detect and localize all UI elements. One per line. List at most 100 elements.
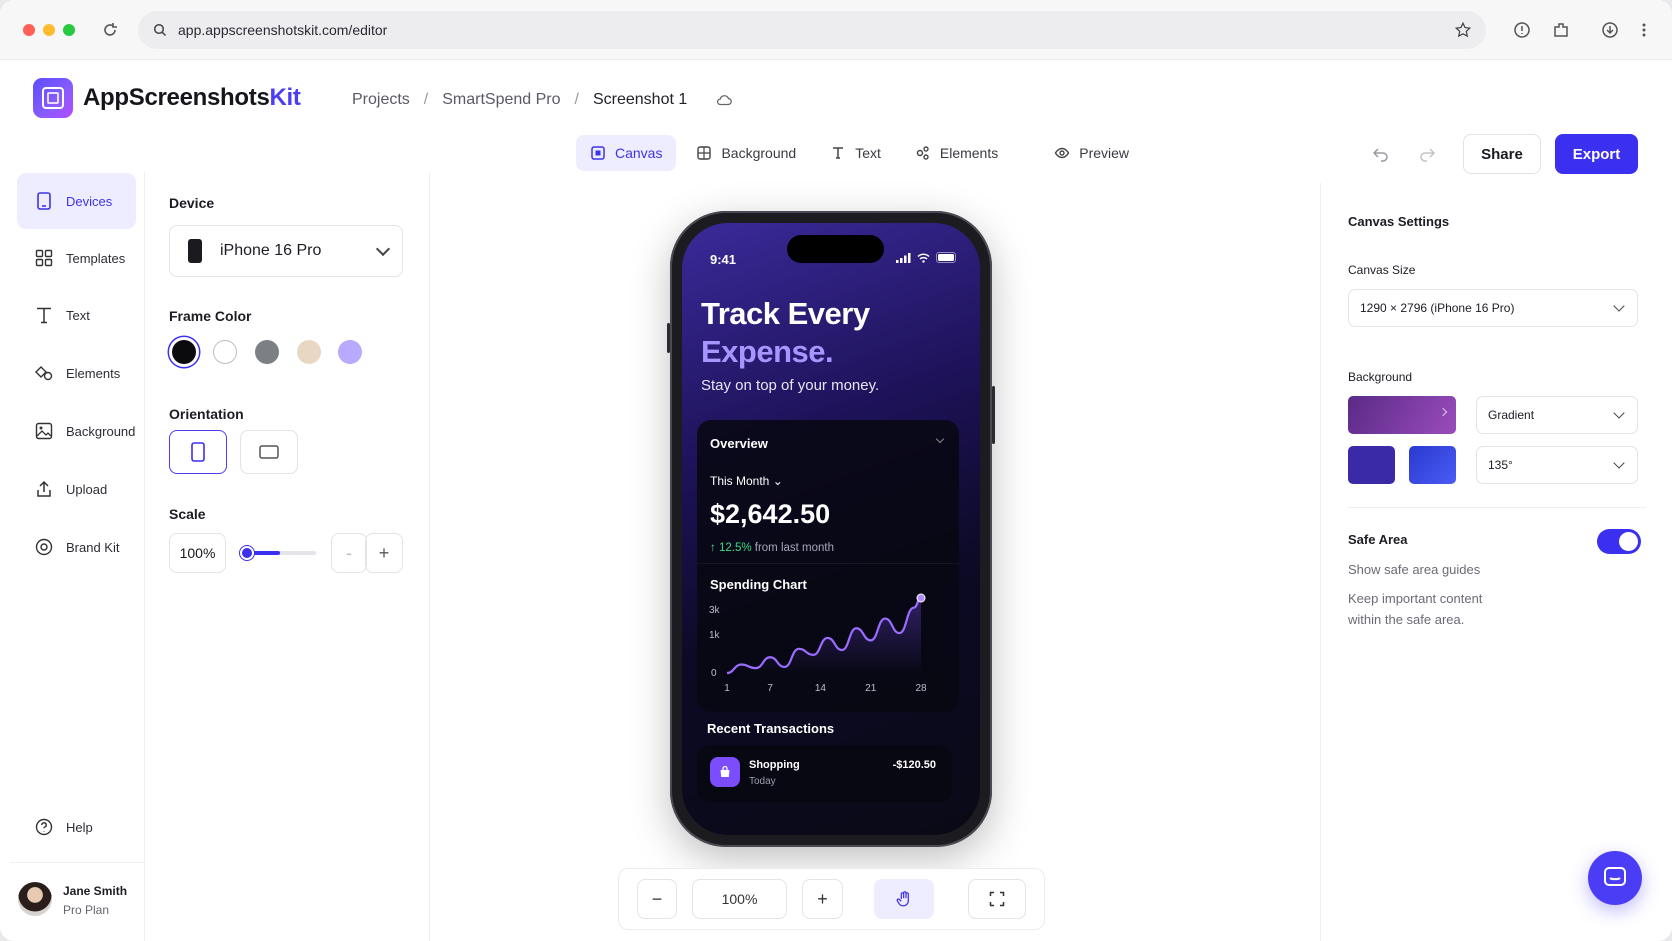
hero-subtitle: Stay on top of your money. bbox=[701, 377, 880, 394]
y-tick-label: 0 bbox=[711, 668, 717, 679]
frame-color-gold[interactable] bbox=[297, 340, 321, 364]
star-icon[interactable] bbox=[1454, 21, 1472, 39]
phone-screen: 9:41 Track Every Expense. Stay on top of… bbox=[682, 223, 980, 835]
total-amount: $2,642.50 bbox=[710, 499, 831, 529]
frame-color-lavender[interactable] bbox=[338, 340, 362, 364]
status-icons bbox=[896, 252, 958, 263]
scale-decrease-button[interactable]: - bbox=[331, 533, 367, 573]
sidebar-help[interactable]: Help bbox=[17, 799, 136, 855]
cloud-icon bbox=[717, 95, 733, 106]
sidebar-item-brand-kit[interactable]: Brand Kit bbox=[17, 519, 136, 575]
fit-screen-button[interactable] bbox=[968, 879, 1026, 919]
zoom-level[interactable]: 100% bbox=[692, 879, 787, 919]
help-icon bbox=[35, 818, 53, 836]
breadcrumb-projects[interactable]: Projects bbox=[352, 91, 410, 109]
orientation-label: Orientation bbox=[169, 406, 244, 422]
sidebar-item-text[interactable]: Text bbox=[17, 287, 136, 343]
canvas-size-select[interactable]: 1290 × 2796 (iPhone 16 Pro) bbox=[1348, 289, 1638, 327]
reload-icon[interactable] bbox=[100, 20, 120, 40]
scale-value[interactable]: 100% bbox=[169, 533, 226, 573]
portrait-icon bbox=[191, 442, 205, 462]
transaction-amount: -$120.50 bbox=[892, 759, 936, 771]
shopping-bag-icon bbox=[710, 757, 740, 787]
shield-icon[interactable] bbox=[1512, 20, 1532, 40]
y-tick-label: 1k bbox=[709, 630, 721, 641]
gradient-color-1[interactable] bbox=[1348, 446, 1395, 484]
fullscreen-icon bbox=[989, 891, 1005, 907]
gradient-preview[interactable] bbox=[1348, 396, 1456, 434]
user-profile[interactable]: Jane Smith Pro Plan bbox=[10, 862, 145, 941]
share-button[interactable]: Share bbox=[1463, 134, 1541, 174]
pan-tool-button[interactable] bbox=[874, 879, 934, 919]
breadcrumb-project[interactable]: SmartSpend Pro bbox=[442, 91, 560, 109]
status-time: 9:41 bbox=[710, 252, 737, 267]
sidebar-item-upload[interactable]: Upload bbox=[17, 461, 136, 517]
address-bar[interactable]: app.appscreenshotskit.com/editor bbox=[138, 11, 1486, 49]
sidebar-item-templates[interactable]: Templates bbox=[17, 230, 136, 286]
canvas-size-label: Canvas Size bbox=[1348, 263, 1416, 277]
canvas-settings-panel: Canvas Settings Canvas Size 1290 × 2796 … bbox=[1320, 183, 1672, 941]
safe-area-toggle[interactable] bbox=[1597, 529, 1641, 554]
safe-area-hint: Show safe area guides bbox=[1348, 562, 1481, 577]
zoom-in-button[interactable]: + bbox=[802, 879, 843, 919]
undo-icon[interactable] bbox=[1371, 144, 1391, 164]
hero-headline-2: Expense. bbox=[701, 334, 834, 369]
tablet-icon bbox=[37, 192, 51, 210]
scale-slider[interactable] bbox=[240, 546, 316, 560]
tab-preview[interactable]: Preview bbox=[1040, 135, 1143, 171]
window-minimize-dot[interactable] bbox=[43, 24, 55, 36]
sidebar-item-elements[interactable]: Elements bbox=[17, 345, 136, 401]
text-icon bbox=[37, 307, 51, 324]
dynamic-island bbox=[787, 235, 884, 263]
frame-color-white[interactable] bbox=[213, 340, 237, 364]
background-icon bbox=[697, 146, 712, 160]
transaction-item[interactable]: Shopping Today -$120.50 bbox=[697, 745, 952, 803]
sidebar-item-devices[interactable]: Devices bbox=[17, 173, 136, 229]
x-tick-label: 1 bbox=[724, 683, 730, 694]
redo-icon[interactable] bbox=[1417, 144, 1437, 164]
device-select[interactable]: iPhone 16 Pro bbox=[169, 225, 403, 277]
chevron-down-icon bbox=[1613, 300, 1625, 312]
tab-canvas[interactable]: Canvas bbox=[576, 135, 677, 171]
safe-area-note: Keep important content within the safe a… bbox=[1348, 591, 1483, 627]
orientation-landscape-button[interactable] bbox=[240, 430, 298, 474]
breadcrumb: Projects / SmartSpend Pro / Screenshot 1 bbox=[352, 91, 733, 109]
tab-background[interactable]: Background bbox=[682, 135, 810, 171]
chat-icon bbox=[1604, 867, 1626, 886]
phone-mockup[interactable]: 9:41 Track Every Expense. Stay on top of… bbox=[667, 211, 995, 847]
gradient-color-2[interactable] bbox=[1409, 446, 1456, 484]
download-icon[interactable] bbox=[1600, 20, 1620, 40]
frame-color-label: Frame Color bbox=[169, 308, 252, 324]
gradient-angle-select[interactable]: 135° bbox=[1476, 446, 1638, 484]
app-logo[interactable] bbox=[33, 78, 73, 118]
zoom-out-button[interactable]: − bbox=[637, 879, 677, 919]
sidebar: Devices Templates Text Elements Backgrou… bbox=[10, 172, 145, 941]
transaction-name: Shopping bbox=[749, 759, 800, 771]
breadcrumb-current: Screenshot 1 bbox=[592, 91, 688, 108]
period-select[interactable]: This Month ⌄ bbox=[710, 474, 783, 488]
frame-color-black[interactable] bbox=[172, 340, 196, 364]
scale-slider-knob[interactable] bbox=[240, 546, 254, 560]
frame-color-gray[interactable] bbox=[255, 340, 279, 364]
orientation-portrait-button[interactable] bbox=[169, 430, 227, 474]
safe-area-label: Safe Area bbox=[1348, 532, 1408, 547]
window-zoom-dot[interactable] bbox=[63, 24, 75, 36]
browser-chrome: app.appscreenshotskit.com/editor bbox=[0, 0, 1672, 60]
x-tick-label: 21 bbox=[865, 683, 877, 694]
tab-text[interactable]: Text bbox=[816, 135, 895, 171]
menu-dots-icon[interactable] bbox=[1634, 20, 1654, 40]
export-button[interactable]: Export bbox=[1555, 134, 1638, 174]
chat-support-button[interactable] bbox=[1588, 851, 1642, 905]
canvas-settings-title: Canvas Settings bbox=[1348, 214, 1450, 229]
background-type-select[interactable]: Gradient bbox=[1476, 396, 1638, 434]
app-window: app.appscreenshotskit.com/editor AppScre… bbox=[0, 0, 1672, 941]
image-icon bbox=[35, 422, 53, 440]
scale-increase-button[interactable]: + bbox=[365, 533, 403, 573]
tab-elements[interactable]: Elements bbox=[901, 135, 1012, 171]
window-close-dot[interactable] bbox=[23, 24, 35, 36]
extensions-icon[interactable] bbox=[1551, 20, 1571, 40]
recent-transactions-title: Recent Transactions bbox=[707, 721, 835, 736]
device-label: Device bbox=[169, 195, 215, 211]
sidebar-item-background[interactable]: Background bbox=[17, 403, 136, 459]
x-tick-label: 7 bbox=[767, 683, 773, 694]
